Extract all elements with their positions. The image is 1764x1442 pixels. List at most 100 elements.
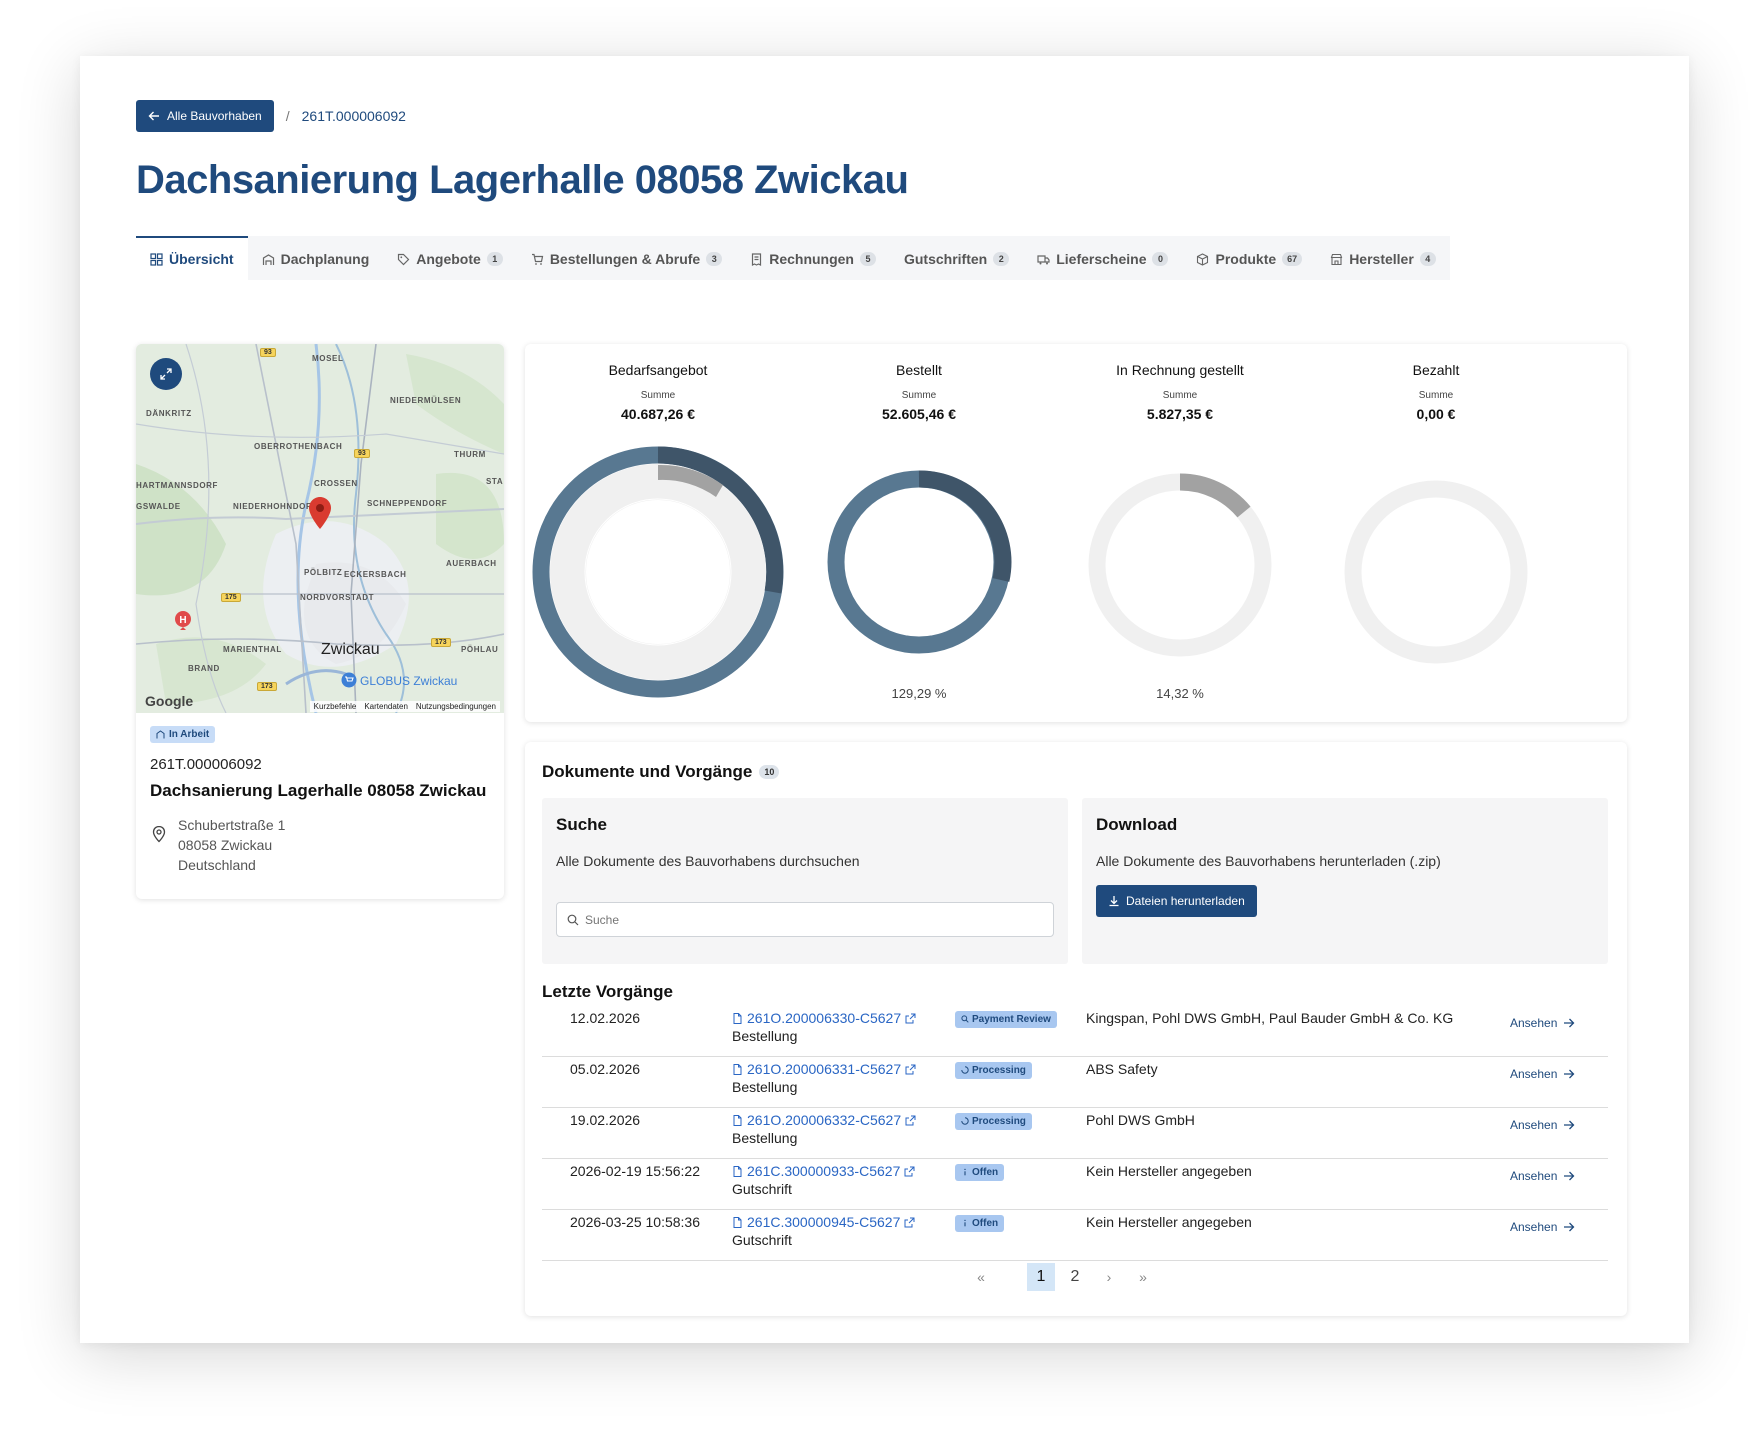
map-poi-label: GLOBUS Zwickau (360, 674, 458, 688)
project-address: Schubertstraße 1 08058 Zwickau Deutschla… (150, 815, 490, 875)
summary-sum-value: 0,00 € (1416, 406, 1456, 422)
pagination-page-1[interactable]: 1 (1027, 1263, 1055, 1291)
status-badge: Offen (955, 1163, 1005, 1181)
summary-column-bedarfsangebot: Bedarfsangebot Summe 40.687,26 € (530, 344, 786, 698)
pagination-last[interactable]: » (1129, 1263, 1157, 1291)
row-date: 05.02.2026 (570, 1061, 641, 1077)
pagination-page-2[interactable]: 2 (1061, 1263, 1089, 1291)
row-status: Processing (955, 1112, 1032, 1130)
breadcrumb-separator: / (285, 108, 290, 124)
tab-hersteller[interactable]: Hersteller 4 (1316, 236, 1450, 280)
tab-count-badge: 2 (993, 252, 1010, 266)
search-panel-description: Alle Dokumente des Bauvorhabens durchsuc… (556, 853, 860, 869)
file-icon (733, 1012, 742, 1024)
tab-dachplanung[interactable]: Dachplanung (248, 236, 384, 280)
breadcrumb-current: 261T.000006092 (301, 108, 406, 124)
view-button[interactable]: Ansehen (1510, 1220, 1575, 1234)
donut-ring-track (1344, 480, 1528, 664)
tab-uebersicht[interactable]: Übersicht (136, 236, 248, 280)
status-label: Offen (972, 1166, 999, 1178)
external-link-icon (905, 1115, 916, 1125)
download-icon (1109, 896, 1119, 907)
box-icon (1197, 252, 1209, 266)
hospital-icon: H (175, 611, 191, 630)
address-lines: Schubertstraße 1 08058 Zwickau Deutschla… (178, 815, 285, 875)
expand-map-button[interactable] (150, 358, 182, 390)
document-link[interactable]: 261O.200006331-C5627 (732, 1061, 916, 1077)
tab-label: Angebote (416, 251, 481, 267)
table-row: 2026-02-19 15:56:22 261C.300000933-C5627… (542, 1159, 1608, 1210)
summary-percent: 129,29 % (891, 686, 947, 701)
tab-angebote[interactable]: Angebote 1 (383, 236, 517, 280)
row-date: 2026-02-19 15:56:22 (570, 1163, 700, 1179)
tab-produkte[interactable]: Produkte 67 (1182, 236, 1316, 280)
row-document: 261C.300000945-C5627 Gutschrift (732, 1214, 915, 1248)
view-button[interactable]: Ansehen (1510, 1067, 1575, 1081)
download-button-label: Dateien herunterladen (1126, 894, 1245, 908)
tab-gutschriften[interactable]: Gutschriften 2 (890, 236, 1023, 280)
external-link-icon (905, 1064, 916, 1074)
project-info: In Arbeit 261T.000006092 Dachsanierung L… (150, 726, 490, 875)
search-panel-title: Suche (556, 815, 608, 834)
view-button-label: Ansehen (1510, 1067, 1558, 1081)
row-document: 261O.200006330-C5627 Bestellung (732, 1010, 916, 1044)
project-card: MOSEL NIEDERMÜLSEN DÄNKRITZ OBERROTHENBA… (136, 344, 504, 899)
tab-count-badge: 1 (486, 252, 503, 266)
loader-icon (961, 1117, 969, 1125)
view-button[interactable]: Ansehen (1510, 1016, 1575, 1030)
donut-ring-inner-track (550, 464, 766, 680)
map-footer-link[interactable]: Kurzbefehle (314, 702, 357, 711)
arrow-right-icon (1564, 1018, 1575, 1028)
row-status: Processing (955, 1061, 1032, 1079)
back-to-projects-button[interactable]: Alle Bauvorhaben (136, 100, 274, 132)
address-city: 08058 Zwickau (178, 837, 273, 853)
tab-count-badge: 67 (1282, 252, 1303, 266)
search-panel: Suche Alle Dokumente des Bauvorhabens du… (542, 798, 1068, 964)
map-place-label: NIEDERMÜLSEN (390, 396, 462, 405)
view-button[interactable]: Ansehen (1510, 1169, 1575, 1183)
pagination-first[interactable]: « (967, 1263, 995, 1291)
documents-count-badge: 10 (759, 765, 780, 779)
summary-sum-value: 52.605,46 € (882, 406, 956, 422)
table-row: 05.02.2026 261O.200006331-C5627 Bestellu… (542, 1057, 1608, 1108)
donut-segment-gray (1179, 473, 1251, 518)
tab-rechnungen[interactable]: Rechnungen 5 (736, 236, 890, 280)
status-label: Processing (972, 1115, 1026, 1127)
map-place-label: NORDVORSTADT (300, 593, 375, 602)
view-button[interactable]: Ansehen (1510, 1118, 1575, 1132)
map-footer-link[interactable]: Nutzungsbedingungen (416, 702, 496, 711)
tab-count-badge: 0 (1152, 252, 1169, 266)
tab-lieferscheine[interactable]: Lieferscheine 0 (1023, 236, 1182, 280)
summary-sum-value: 40.687,26 € (621, 406, 695, 422)
download-panel-title: Download (1096, 815, 1178, 834)
document-link[interactable]: 261O.200006330-C5627 (732, 1010, 916, 1026)
map-footer-link[interactable]: Kartendaten (364, 702, 408, 711)
summary-header: In Rechnung gestellt Summe 5.827,35 € (1052, 362, 1308, 422)
download-files-button[interactable]: Dateien herunterladen (1096, 885, 1257, 917)
document-number: 261O.200006331-C5627 (747, 1061, 902, 1077)
document-search-input[interactable] (585, 912, 1043, 927)
project-status-badge: In Arbeit (150, 726, 216, 743)
location-map[interactable]: MOSEL NIEDERMÜLSEN DÄNKRITZ OBERROTHENBA… (136, 344, 504, 713)
map-place-label: PÖHLAU (461, 645, 499, 654)
expand-icon (160, 368, 172, 380)
row-document: 261C.300000933-C5627 Gutschrift (732, 1163, 915, 1197)
receipt-icon (752, 252, 762, 266)
download-panel-description: Alle Dokumente des Bauvorhabens herunter… (1096, 853, 1441, 869)
document-link[interactable]: 261C.300000933-C5627 (732, 1163, 915, 1179)
external-link-icon (905, 1013, 916, 1023)
summary-sum-label: Summe (1418, 390, 1454, 401)
row-vendor: ABS Safety (1086, 1061, 1158, 1077)
summary-header: Bestellt Summe 52.605,46 € (791, 362, 1047, 422)
row-status: Payment Review (955, 1010, 1057, 1028)
pagination-next[interactable]: › (1095, 1263, 1123, 1291)
document-link[interactable]: 261O.200006332-C5627 (732, 1112, 916, 1128)
document-search-field[interactable] (556, 902, 1054, 937)
summary-sum-label: Summe (1162, 390, 1198, 401)
tab-bestellungen[interactable]: Bestellungen & Abrufe 3 (517, 236, 736, 280)
document-link[interactable]: 261C.300000945-C5627 (732, 1214, 915, 1230)
arrow-right-icon (1564, 1120, 1575, 1130)
tab-count-badge: 5 (859, 252, 876, 266)
summary-title: Bestellt (896, 362, 942, 378)
back-button-label: Alle Bauvorhaben (167, 109, 262, 123)
